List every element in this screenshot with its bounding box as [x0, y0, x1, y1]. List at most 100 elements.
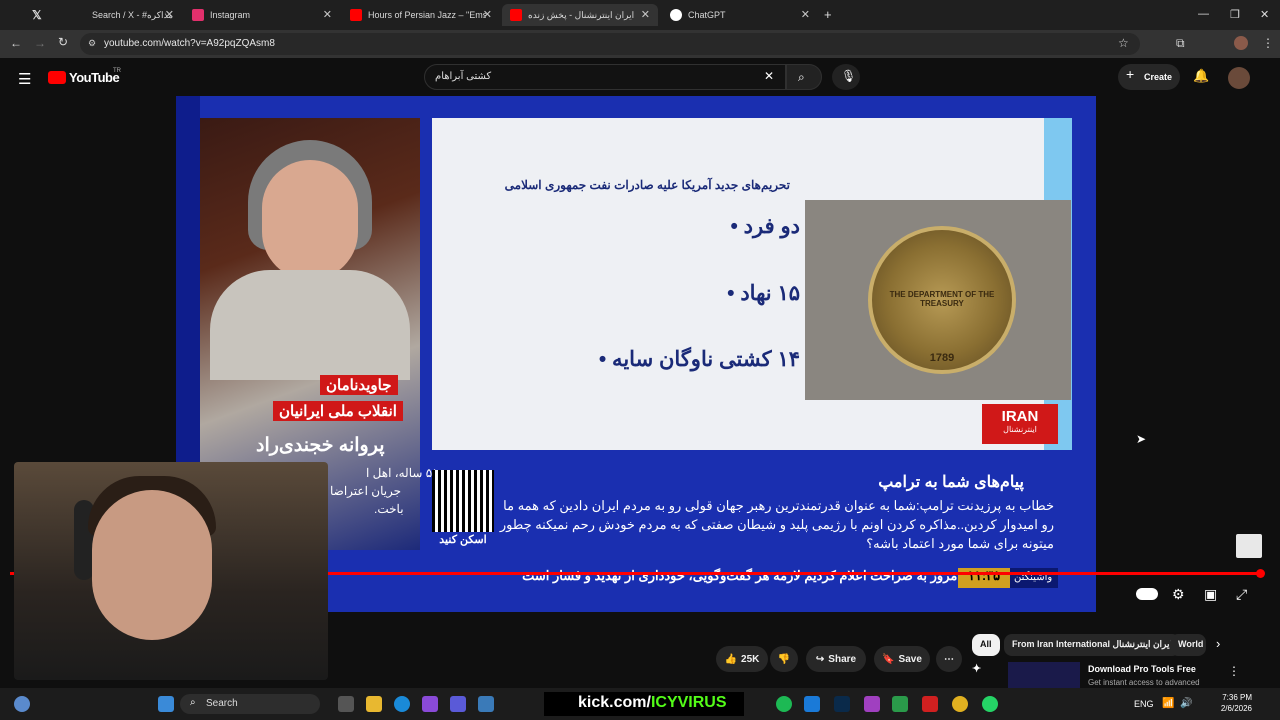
more-actions-button[interactable]: ⋯: [936, 646, 962, 672]
close-window-icon[interactable]: ✕: [1260, 8, 1269, 21]
ad-subtitle: Get instant access to advanced: [1088, 678, 1200, 687]
app-icon[interactable]: [864, 696, 880, 712]
hamburger-menu-icon[interactable]: ☰: [18, 70, 31, 88]
youtube-icon: [510, 9, 522, 21]
qr-label: اسکن کنید: [439, 534, 487, 546]
extensions-icon[interactable]: ⧉: [1176, 36, 1185, 51]
language-indicator[interactable]: ENG: [1134, 699, 1154, 709]
search-button[interactable]: ⌕: [786, 64, 822, 90]
tab-x-search[interactable]: Search / X - #مذاکره ✕: [84, 4, 182, 26]
slide-subtitle: تحریم‌های جدید آمریکا علیه صادرات نفت جم…: [504, 178, 790, 192]
host-caption-line: جریان اعتراضا: [330, 484, 402, 498]
minimize-icon[interactable]: —: [1198, 8, 1209, 20]
back-icon[interactable]: ←: [10, 36, 22, 50]
search-input[interactable]: کشتی آبراهام: [424, 64, 786, 90]
host-face: [262, 160, 358, 280]
close-icon[interactable]: ✕: [165, 8, 174, 21]
ad-menu-icon[interactable]: ⋮: [1228, 664, 1240, 678]
ad-title[interactable]: Download Pro Tools Free: [1088, 664, 1196, 674]
chips-next-icon[interactable]: ›: [1216, 636, 1220, 651]
vscode-icon[interactable]: [804, 696, 820, 712]
account-avatar[interactable]: [1228, 67, 1250, 89]
chrome-icon[interactable]: [952, 696, 968, 712]
clear-search-icon[interactable]: ✕: [764, 69, 774, 83]
teams-icon[interactable]: [450, 696, 466, 712]
fullscreen-icon[interactable]: ⤢: [1236, 586, 1247, 603]
edge-icon[interactable]: [394, 696, 410, 712]
clock-time[interactable]: 7:36 PM: [1220, 693, 1252, 702]
tab-title: ChatGPT: [688, 10, 726, 20]
chip-from-iran-international[interactable]: From Iran International ایران اینترنشنال: [1004, 634, 1181, 656]
settings-gear-icon[interactable]: ⚙: [1172, 586, 1185, 603]
ticker-location-badge: واشینگتن: [1010, 568, 1058, 588]
forward-icon[interactable]: →: [34, 36, 46, 50]
wifi-icon[interactable]: 📶: [1162, 698, 1174, 709]
reload-icon[interactable]: ↻: [58, 35, 68, 49]
weather-icon[interactable]: [14, 696, 30, 712]
channel-logo-subtext: اینترنشنال: [1003, 425, 1037, 434]
host-label-2: انقلاب ملی ایرانیان: [273, 401, 403, 421]
taskbar-search[interactable]: Search: [180, 694, 320, 714]
menu-dots-icon[interactable]: ⋮: [1262, 36, 1274, 50]
windows-start-icon[interactable]: [158, 696, 174, 712]
chip-world[interactable]: World: [1170, 634, 1206, 656]
volume-icon[interactable]: 🔊: [1180, 698, 1192, 709]
profile-avatar[interactable]: [1234, 36, 1248, 50]
youtube-logo-icon[interactable]: [48, 71, 66, 84]
save-label: Save: [898, 653, 922, 665]
x-logo-icon[interactable]: 𝕏: [24, 4, 52, 26]
slide-bullet: دو فرد •: [730, 215, 801, 238]
save-button[interactable]: 🔖 Save: [874, 646, 930, 672]
tab-chatgpt[interactable]: ChatGPT ✕: [662, 4, 818, 26]
ad-thumbnail[interactable]: [1008, 662, 1080, 688]
close-icon[interactable]: ✕: [801, 8, 810, 21]
bookmark-star-icon[interactable]: ☆: [1118, 36, 1129, 50]
site-info-icon[interactable]: ⚙: [88, 38, 96, 49]
seal-year: 1789: [929, 352, 955, 364]
tab-persian-jazz[interactable]: Hours of Persian Jazz – "Emsha ✕: [342, 4, 500, 26]
autoplay-toggle[interactable]: [1136, 588, 1158, 600]
like-button[interactable]: 👍 25K: [716, 646, 768, 672]
dislike-button[interactable]: 👎: [770, 646, 798, 672]
thumbs-down-icon: 👎: [777, 653, 791, 665]
clock-date[interactable]: 2/6/2026: [1216, 704, 1252, 713]
seal-text: THE DEPARTMENT OF THE TREASURY: [889, 290, 995, 308]
ticker-time: ۱۱:۳۵: [958, 568, 1010, 588]
message-body: خطاب به پرزیدنت ترامپ:شما به عنوان قدرتم…: [499, 498, 1054, 551]
mic-icon: 🎙: [841, 69, 857, 83]
task-view-icon[interactable]: [338, 696, 354, 712]
share-button[interactable]: ↪ Share: [806, 646, 866, 672]
maximize-icon[interactable]: ❐: [1230, 8, 1240, 21]
copilot-icon[interactable]: [422, 696, 438, 712]
bookmark-icon: 🔖: [882, 653, 895, 665]
kick-username: ICYVIRUS: [650, 694, 727, 711]
miniplayer-icon[interactable]: ▣: [1204, 586, 1217, 603]
host-caption-line: ۵۱ ساله، اهل ا: [366, 466, 439, 480]
search-icon: ⌕: [190, 697, 196, 708]
voice-search-button[interactable]: 🎙: [832, 64, 860, 90]
plus-icon: +: [1126, 66, 1135, 82]
new-tab-button[interactable]: +: [824, 7, 832, 22]
close-icon[interactable]: ✕: [641, 8, 650, 21]
store-icon[interactable]: [478, 696, 494, 712]
file-explorer-icon[interactable]: [366, 696, 382, 712]
thumbs-up-icon: 👍: [724, 653, 738, 665]
address-bar[interactable]: youtube.com/watch?v=A92pqZQAsm8: [80, 33, 1140, 55]
slide-bullet: ۱۵ نهاد •: [727, 282, 800, 305]
chip-all[interactable]: All: [972, 634, 1000, 656]
tab-iran-international[interactable]: ایران اینترنشنال - پخش زنده ✕: [502, 4, 658, 26]
whatsapp-icon[interactable]: [982, 696, 998, 712]
spotify-icon[interactable]: [776, 696, 792, 712]
notifications-bell-icon[interactable]: 🔔: [1193, 68, 1209, 84]
message-title: پیام‌های شما به ترامپ: [878, 474, 1024, 491]
app-icon[interactable]: [922, 696, 938, 712]
photoshop-icon[interactable]: [834, 696, 850, 712]
close-icon[interactable]: ✕: [323, 8, 332, 21]
close-icon[interactable]: ✕: [483, 8, 492, 21]
tab-title: Instagram: [210, 10, 251, 20]
tab-instagram[interactable]: Instagram ✕: [184, 4, 340, 26]
youtube-logo-text[interactable]: YouTube: [69, 70, 120, 85]
floating-widget-icon[interactable]: [1236, 534, 1262, 558]
app-icon[interactable]: [892, 696, 908, 712]
progress-scrubber-handle[interactable]: [1256, 569, 1265, 578]
